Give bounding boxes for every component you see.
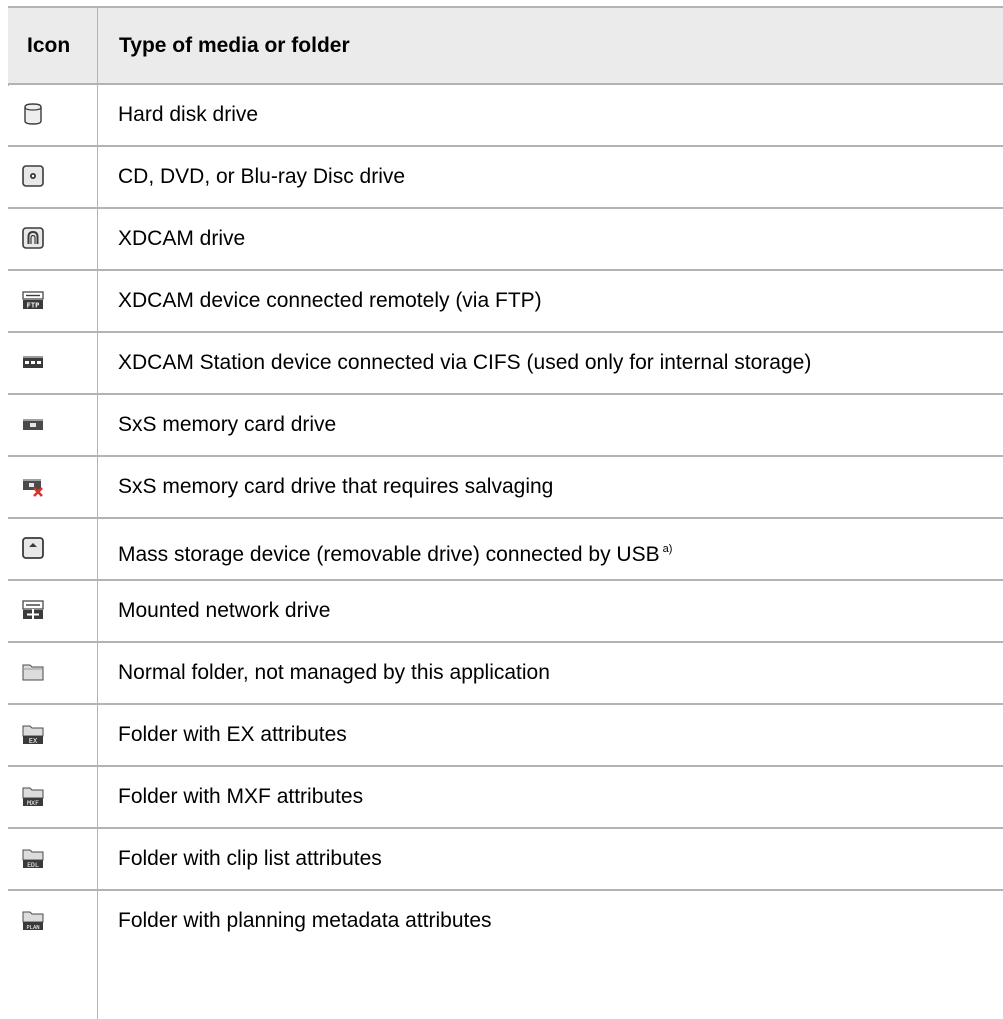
xdcam-drive-icon: [22, 227, 44, 249]
usb-mass-storage-icon: [22, 537, 44, 559]
ftp-device-icon: FTP: [22, 289, 44, 311]
cifs-station-icon: [22, 351, 44, 373]
hard-disk-drive-icon: [22, 103, 44, 125]
table-row: Mounted network drive: [8, 579, 1003, 641]
folder-ex-icon: EX: [22, 723, 44, 745]
network-drive-icon: [22, 599, 44, 621]
row-label: XDCAM device connected remotely (via FTP…: [118, 289, 542, 312]
row-label: Mass storage device (removable drive) co…: [118, 519, 672, 579]
sxs-card-salvage-icon: [22, 475, 44, 497]
folder-mxf-icon: MXF: [22, 785, 44, 807]
table-header-row: Icon Type of media or folder: [8, 8, 1003, 83]
row-label: Folder with MXF attributes: [118, 785, 364, 808]
table-row: Mass storage device (removable drive) co…: [8, 517, 1003, 579]
table-row: CD, DVD, or Blu-ray Disc drive: [8, 145, 1003, 207]
row-label: CD, DVD, or Blu-ray Disc drive: [118, 165, 406, 188]
row-label: Hard disk drive: [118, 103, 259, 126]
table-row: PLAN Folder with planning metadata attri…: [8, 889, 1003, 951]
header-icon: Icon: [27, 34, 71, 57]
svg-text:FTP: FTP: [27, 302, 40, 310]
table-row: SxS memory card drive that requires salv…: [8, 455, 1003, 517]
optical-disc-drive-icon: [22, 165, 44, 187]
table-row: XDCAM drive: [8, 207, 1003, 269]
folder-edl-icon: EDL: [22, 847, 44, 869]
table-row: Normal folder, not managed by this appli…: [8, 641, 1003, 703]
table-row: EDL Folder with clip list attributes: [8, 827, 1003, 889]
folder-plan-icon-label: PLAN: [26, 925, 39, 931]
row-label: XDCAM drive: [118, 227, 246, 250]
column-divider: [97, 8, 98, 1019]
header-type-of-media: Type of media or folder: [119, 34, 350, 57]
usb-row-text: Mass storage device (removable drive) co…: [118, 543, 660, 566]
table-row: XDCAM Station device connected via CIFS …: [8, 331, 1003, 393]
table-row: Hard disk drive: [8, 83, 1003, 145]
row-label: Normal folder, not managed by this appli…: [118, 661, 550, 684]
row-label: SxS memory card drive that requires salv…: [118, 475, 554, 498]
table-row: FTP XDCAM device connected remotely (via…: [8, 269, 1003, 331]
folder-ex-icon-label: EX: [29, 737, 38, 745]
table-row: MXF Folder with MXF attributes: [8, 765, 1003, 827]
folder-plan-icon: PLAN: [22, 909, 44, 931]
table-row: EX Folder with EX attributes: [8, 703, 1003, 765]
row-label: Folder with planning metadata attributes: [118, 909, 492, 932]
row-label: Folder with EX attributes: [118, 723, 347, 746]
row-label: XDCAM Station device connected via CIFS …: [118, 351, 812, 374]
folder-mxf-icon-label: MXF: [27, 799, 39, 807]
folder-icon: [22, 661, 44, 683]
sxs-card-icon: [22, 413, 44, 435]
table-row: SxS memory card drive: [8, 393, 1003, 455]
row-label: Mounted network drive: [118, 599, 331, 622]
row-label: Folder with clip list attributes: [118, 847, 382, 870]
footnote-marker: a): [662, 543, 673, 555]
folder-edl-icon-label: EDL: [27, 861, 39, 869]
row-label: SxS memory card drive: [118, 413, 337, 436]
media-icon-table: Icon Type of media or folder Hard disk d…: [8, 6, 1003, 1019]
